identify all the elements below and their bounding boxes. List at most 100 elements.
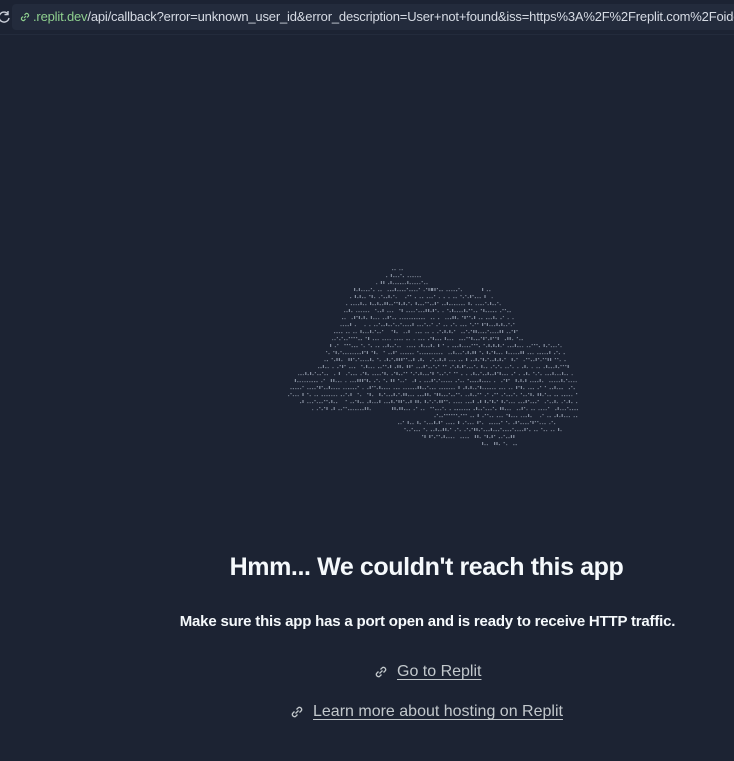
ascii-char (386, 358, 388, 361)
ascii-char (570, 381, 572, 383)
ascii-char (411, 311, 413, 313)
ascii-char (448, 388, 450, 390)
ascii-char (542, 381, 544, 383)
ascii-char (537, 393, 539, 396)
ascii-char (482, 388, 484, 390)
ascii-char (355, 409, 357, 411)
ascii-char (472, 381, 474, 383)
ascii-char (486, 351, 488, 354)
ascii-char (486, 435, 488, 438)
ascii-char (564, 395, 566, 397)
ascii-char (294, 379, 296, 382)
ascii-char (421, 367, 423, 369)
ascii-char (487, 358, 489, 360)
ascii-char (477, 402, 479, 404)
ascii-char (484, 435, 486, 437)
ascii-char (429, 435, 431, 438)
ascii-char (453, 323, 455, 325)
ascii-char (559, 374, 561, 376)
ascii-char (432, 358, 434, 360)
ascii-char (404, 428, 406, 430)
ascii-char (376, 379, 378, 381)
ascii-char (451, 332, 453, 334)
ascii-char (543, 344, 545, 347)
ascii-char (540, 386, 542, 388)
ascii-char (425, 374, 427, 376)
ascii-char (546, 353, 548, 355)
ascii-char (437, 302, 439, 304)
ascii-char (353, 304, 355, 306)
ascii-char (399, 339, 401, 341)
ascii-char (476, 367, 478, 369)
ascii-char (490, 302, 492, 305)
ascii-char (482, 358, 484, 361)
ascii-char (343, 407, 345, 409)
ascii-char (391, 374, 393, 376)
ascii-char (382, 339, 384, 341)
ascii-char (389, 339, 391, 341)
ascii-char (391, 330, 393, 332)
ascii-char (500, 311, 502, 313)
ascii-char (469, 346, 471, 348)
ascii-char (561, 402, 563, 404)
ascii-char (369, 409, 371, 411)
ascii-char (414, 346, 416, 348)
ascii-char (413, 409, 415, 411)
ascii-char (512, 367, 514, 369)
ascii-char (448, 381, 450, 383)
ascii-char (391, 400, 393, 403)
ascii-char (432, 309, 434, 312)
ascii-char (431, 379, 433, 382)
ascii-char (396, 332, 398, 334)
ascii-char (533, 409, 535, 411)
ascii-char (510, 365, 512, 367)
ascii-char (480, 304, 482, 306)
ascii-char (409, 290, 411, 292)
ascii-char (439, 400, 441, 403)
reload-icon[interactable] (0, 9, 12, 25)
ascii-char (506, 332, 508, 334)
ascii-char (428, 339, 430, 341)
ascii-char (340, 409, 342, 411)
url-text[interactable]: .replit.dev/api/callback?error=unknown_u… (33, 9, 734, 25)
hosting-docs-link[interactable]: Learn more about hosting on Replit (289, 703, 563, 721)
ascii-char (365, 372, 367, 375)
ascii-char (392, 311, 394, 313)
ascii-char (389, 304, 391, 306)
ascii-char (564, 374, 566, 376)
ascii-char (366, 290, 368, 292)
ascii-char (473, 409, 475, 411)
ascii-char (392, 283, 394, 285)
ascii-char (409, 283, 411, 285)
ascii-char (363, 290, 365, 292)
ascii-char (305, 372, 307, 375)
ascii-char (563, 381, 565, 383)
ascii-char (447, 346, 449, 348)
ascii-char (402, 325, 404, 327)
ascii-char (511, 395, 513, 397)
ascii-char (316, 402, 318, 404)
ascii-char (440, 339, 442, 341)
ascii-char (372, 360, 374, 362)
ascii-char (543, 430, 545, 432)
ascii-char (362, 304, 364, 306)
ascii-char (354, 353, 356, 355)
ascii-char (426, 325, 428, 327)
ascii-char (387, 290, 389, 292)
ascii-char (443, 381, 445, 383)
ascii-char (424, 421, 426, 423)
ascii-char (384, 302, 386, 305)
ascii-char (426, 288, 428, 290)
ascii-char (501, 400, 503, 403)
ascii-char (550, 346, 552, 348)
ascii-char (429, 388, 431, 390)
ascii-char (413, 339, 415, 341)
url-field[interactable]: .replit.dev/api/callback?error=unknown_u… (12, 4, 734, 30)
go-to-replit-link[interactable]: Go to Replit (373, 663, 481, 681)
ascii-char (483, 367, 485, 369)
ascii-char (538, 358, 540, 360)
ascii-char (428, 309, 430, 312)
ascii-char (461, 339, 463, 341)
ascii-char (438, 435, 440, 437)
ascii-char (494, 372, 496, 375)
